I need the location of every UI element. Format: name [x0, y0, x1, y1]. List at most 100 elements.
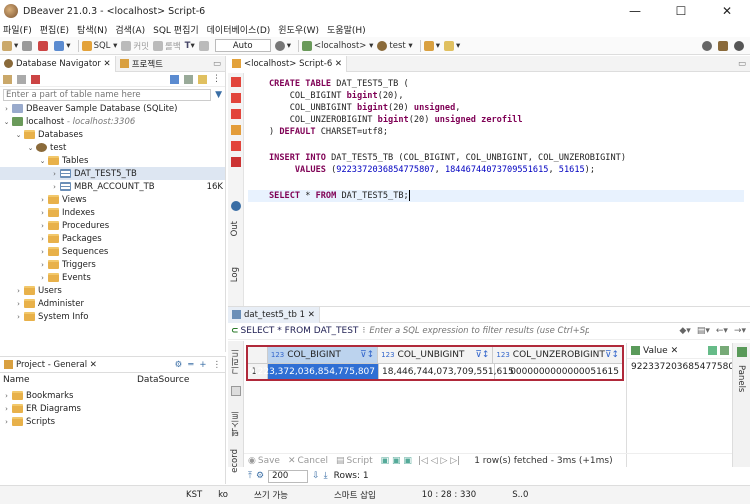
fetch-next-icon[interactable]: ⇩ — [312, 471, 320, 481]
column-header-name[interactable]: Name — [3, 375, 137, 385]
minimize-editor-icon[interactable]: ▭ — [738, 59, 746, 69]
script-icon[interactable]: ▤ — [336, 456, 345, 466]
grid-view-tab[interactable]: 그리드 — [230, 349, 242, 375]
collapse-icon[interactable]: ═ — [188, 360, 193, 370]
refresh-button[interactable]: ▾ — [54, 40, 71, 51]
column-header-col-bigint[interactable]: 123 COL_BIGINT ⊽↕ — [267, 347, 379, 363]
expand-query-icon[interactable]: ⁝ — [363, 326, 366, 336]
link-editor-icon[interactable] — [198, 74, 207, 84]
fetch-all-icon[interactable]: ⤓ — [324, 471, 328, 481]
table-row[interactable]: 1 9,223,372,036,854,775,807 18,446,744,0… — [248, 364, 622, 379]
format-icon[interactable] — [231, 157, 241, 167]
tab-project-general[interactable]: Project - General ✕ — [0, 360, 101, 370]
expand-icon[interactable]: › — [2, 405, 11, 413]
connect-button[interactable] — [22, 40, 34, 51]
active-schema-selector[interactable]: test ▾ — [377, 40, 413, 51]
tree-item-sample-db[interactable]: › DBeaver Sample Database (SQLite) — [2, 102, 177, 115]
settings-gear-icon[interactable]: ⚙ — [175, 360, 183, 370]
avatar-button[interactable] — [734, 40, 746, 51]
close-button[interactable]: ✕ — [704, 0, 750, 22]
settings-gear-icon[interactable]: ⚙ — [256, 471, 264, 481]
project-item-scripts[interactable]: › Scripts — [2, 415, 55, 428]
new-connection-button[interactable]: ▾ — [2, 40, 18, 51]
commit-mode-combo[interactable]: Auto — [214, 39, 271, 52]
sql-editor[interactable]: CREATE TABLE DAT_TEST5_TB ( COL_BIGINT b… — [248, 78, 748, 306]
tree-item-sequences[interactable]: › Sequences — [38, 245, 108, 258]
settings-gear-icon[interactable] — [231, 201, 241, 211]
expand-icon[interactable]: › — [14, 300, 23, 308]
view-menu-icon[interactable]: ⋮ — [213, 360, 222, 370]
column-header-col-unbigint[interactable]: 123 COL_UNBIGINT ⊽↕ — [378, 347, 494, 363]
expand-icon[interactable]: › — [50, 170, 59, 178]
results-query-text[interactable]: SELECT * FROM DAT_TEST5 — [241, 326, 359, 336]
execute-new-tab-icon[interactable] — [231, 109, 241, 119]
maximize-button[interactable]: ☐ — [658, 0, 704, 22]
tree-item-table-dat-test5[interactable]: › DAT_TEST5_TB — [0, 167, 225, 180]
collapse-icon[interactable]: ⌄ — [26, 144, 35, 152]
tab-script-6[interactable]: <localhost> Script-6 ✕ — [228, 55, 348, 72]
tree-item-tables[interactable]: ⌄ Tables — [38, 154, 89, 167]
expand-icon[interactable]: › — [38, 274, 47, 282]
collapse-icon[interactable]: ⌄ — [38, 157, 47, 165]
expand-icon[interactable]: › — [14, 287, 23, 295]
tree-item-views[interactable]: › Views — [38, 193, 87, 206]
tree-item-packages[interactable]: › Packages — [38, 232, 102, 245]
nav-back-icon[interactable]: ←▾ — [716, 326, 728, 336]
copy-value-icon[interactable] — [720, 346, 729, 355]
refresh-icon[interactable] — [170, 74, 179, 84]
nav-back-button[interactable]: ▾ — [443, 40, 460, 51]
expand-icon[interactable]: › — [38, 248, 47, 256]
collapse-icon[interactable]: ⌄ — [14, 131, 23, 139]
grid-cell[interactable]: 18,446,744,073,709,551,615 — [379, 364, 514, 379]
grid-icon[interactable] — [231, 386, 241, 396]
menu-search[interactable]: 검색(A) — [115, 23, 145, 36]
nav-forward-icon[interactable]: →▾ — [734, 326, 746, 336]
menu-help[interactable]: 도움말(H) — [327, 23, 366, 36]
new-connection-icon[interactable] — [3, 74, 12, 84]
tree-item-administer[interactable]: › Administer — [14, 297, 84, 310]
expand-icon[interactable]: › — [2, 418, 11, 426]
expand-icon[interactable]: › — [38, 261, 47, 269]
filter-actions-icon[interactable]: ◆▾ — [679, 326, 690, 336]
minimize-button[interactable]: — — [612, 0, 658, 22]
save-button[interactable]: Save — [258, 456, 280, 466]
sort-filter-icon[interactable]: ⊽↕ — [475, 350, 489, 360]
filter-history-icon[interactable]: ▤▾ — [697, 326, 710, 336]
expand-icon[interactable]: › — [50, 183, 59, 191]
project-item-er-diagrams[interactable]: › ER Diagrams — [2, 402, 81, 415]
rollback-button[interactable]: 롤백 — [153, 40, 181, 52]
expand-icon[interactable]: › — [38, 196, 47, 204]
output-panel-toggle[interactable]: Out — [230, 221, 240, 236]
panels-toggle[interactable]: Panels — [736, 365, 746, 392]
expand-icon[interactable]: › — [38, 222, 47, 230]
add-icon[interactable]: + — [199, 360, 206, 370]
column-header-col-unzerobigint[interactable]: 123 COL_UNZEROBIGINT ⊽↕ — [493, 347, 622, 363]
tab-results[interactable]: dat_test5_tb 1 ✕ — [228, 306, 320, 323]
search-button[interactable] — [702, 40, 714, 51]
expand-icon[interactable]: › — [14, 313, 23, 321]
tree-item-system-info[interactable]: › System Info — [14, 310, 88, 323]
tree-item-localhost[interactable]: ⌄ localhost - localhost:3306 — [2, 115, 136, 128]
active-connection-selector[interactable]: <localhost> ▾ — [302, 40, 373, 51]
connect-icon[interactable] — [17, 74, 26, 84]
expand-icon[interactable]: › — [38, 209, 47, 217]
tree-item-users[interactable]: › Users — [14, 284, 62, 297]
grid-cell-selected[interactable]: 9,223,372,036,854,775,807 — [249, 364, 379, 379]
menu-window[interactable]: 윈도우(W) — [278, 23, 319, 36]
cancel-button[interactable]: Cancel — [298, 456, 329, 466]
sort-filter-icon[interactable]: ⊽↕ — [360, 350, 374, 360]
grid-cell[interactable]: 0000000000000051615 — [495, 364, 622, 379]
tree-item-table-mbr-account[interactable]: › MBR_ACCOUNT_TB 16K — [50, 180, 223, 193]
menu-file[interactable]: 파일(F) — [3, 23, 32, 36]
menu-database[interactable]: 데이터베이스(D) — [207, 23, 271, 36]
table-filter-input[interactable] — [3, 88, 212, 101]
column-header-datasource[interactable]: DataSource — [137, 375, 189, 385]
nav-first-last-icons[interactable]: |◁ ◁ ▷ ▷| — [418, 456, 460, 466]
log-panel-toggle[interactable]: Log — [230, 267, 240, 282]
disconnect-icon[interactable] — [31, 74, 40, 84]
tab-project[interactable]: 프로젝트 — [116, 58, 167, 70]
menu-navigate[interactable]: 탐색(N) — [77, 23, 107, 36]
load-script-icon[interactable] — [231, 141, 241, 151]
menu-sql-editor[interactable]: SQL 편집기 — [153, 23, 199, 36]
row-actions-icons[interactable]: ▣ ▣ ▣ — [381, 456, 412, 466]
